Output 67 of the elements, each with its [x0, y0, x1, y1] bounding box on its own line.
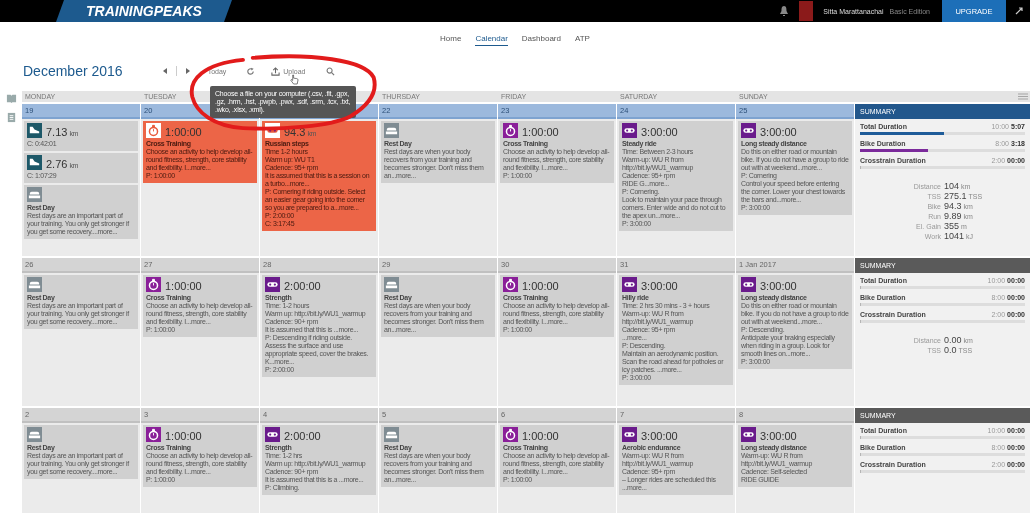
- workout-value: 3:00:00: [760, 431, 797, 442]
- workout-value: 3:00:00: [760, 281, 797, 292]
- cycling-icon: [741, 123, 756, 138]
- bell-icon[interactable]: [779, 5, 790, 17]
- stat-value: 355: [944, 221, 960, 231]
- cursor-icon: [290, 74, 299, 85]
- bed-icon: [384, 427, 399, 442]
- nav-tab[interactable]: ATP: [575, 31, 590, 46]
- cycling-icon: [622, 277, 637, 292]
- search-icon[interactable]: [325, 66, 335, 76]
- cycling-icon: [741, 427, 756, 442]
- workout-value: 1:00:00: [165, 127, 202, 138]
- workout-value: 7.13: [46, 127, 68, 138]
- cycling-icon: [265, 427, 280, 442]
- stat-value: 0.0: [944, 345, 957, 355]
- stopwatch-icon: [146, 427, 161, 442]
- cycling-icon: [265, 277, 280, 292]
- workout-value: 1:00:00: [165, 281, 202, 292]
- bed-icon: [27, 187, 42, 202]
- next-icon[interactable]: [183, 67, 192, 75]
- month-title: December 2016: [23, 63, 123, 79]
- nav-tab[interactable]: Calendar: [475, 31, 508, 46]
- cycling-icon: [741, 277, 756, 292]
- shoe-icon: [27, 123, 42, 138]
- workout-value: 3:00:00: [641, 127, 678, 138]
- bed-icon: [27, 427, 42, 442]
- workout-card[interactable]: [619, 275, 733, 385]
- stat-value: 104: [944, 181, 960, 191]
- stopwatch-icon: [503, 277, 518, 292]
- stopwatch-icon: [503, 427, 518, 442]
- workout-value: 2.76: [46, 159, 68, 170]
- workout-value: 3:00:00: [641, 431, 678, 442]
- stat-value: 9.89: [944, 211, 962, 221]
- workout-card[interactable]: [738, 275, 852, 369]
- upload-icon: [271, 66, 281, 76]
- stat-value: 1041: [944, 231, 965, 241]
- nav-tab[interactable]: Home: [440, 31, 462, 46]
- workout-card[interactable]: [738, 121, 852, 215]
- cycling-icon: [622, 123, 637, 138]
- document-icon[interactable]: [5, 112, 17, 123]
- workout-value: 2:00:00: [284, 281, 321, 292]
- workout-card[interactable]: [262, 275, 376, 377]
- shoe-icon: [27, 155, 42, 170]
- workout-card[interactable]: [619, 121, 733, 231]
- workout-value: 1:00:00: [522, 127, 559, 138]
- workout-value: 3:00:00: [760, 127, 797, 138]
- bed-icon: [384, 277, 399, 292]
- workout-value: 2:00:00: [284, 431, 321, 442]
- bed-icon: [384, 123, 399, 138]
- stopwatch-icon: [146, 277, 161, 292]
- workout-value: 1:00:00: [522, 281, 559, 292]
- stat-value: 0.00: [944, 335, 962, 345]
- logo[interactable]: TRAININGPEAKS: [56, 0, 232, 22]
- workout-value: 1:00:00: [165, 431, 202, 442]
- expand-icon[interactable]: [1014, 6, 1024, 16]
- bed-icon: [27, 277, 42, 292]
- workout-value: 3:00:00: [641, 281, 678, 292]
- stat-value: 275.1: [944, 191, 967, 201]
- refresh-icon[interactable]: [246, 66, 256, 76]
- stopwatch-icon: [146, 123, 161, 138]
- stat-value: 94.3: [944, 201, 962, 211]
- cycling-icon: [622, 427, 637, 442]
- book-icon[interactable]: [5, 93, 17, 104]
- workout-value: 1:00:00: [522, 431, 559, 442]
- workout-card[interactable]: [262, 121, 376, 231]
- stopwatch-icon: [503, 123, 518, 138]
- nav-tab[interactable]: Dashboard: [521, 31, 561, 46]
